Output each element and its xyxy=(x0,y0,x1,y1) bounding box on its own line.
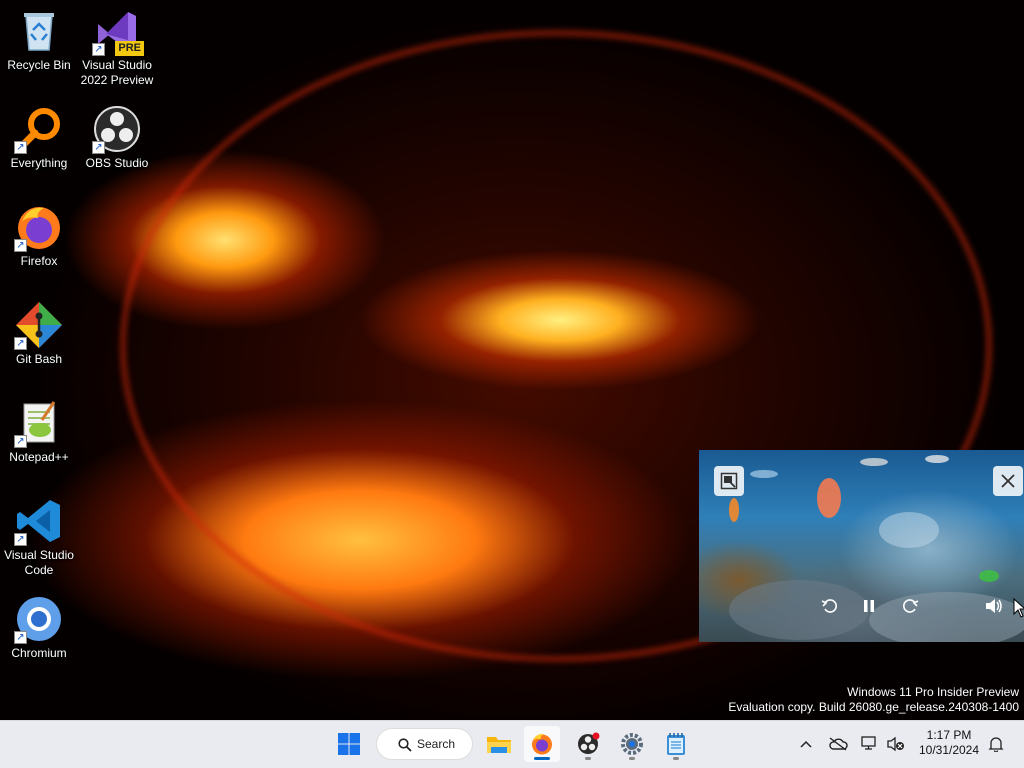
running-indicator xyxy=(673,757,679,760)
search-label: Search xyxy=(417,737,456,751)
rewind-icon[interactable] xyxy=(818,594,842,618)
network-icon[interactable] xyxy=(860,733,880,755)
clock-date: 10/31/2024 xyxy=(918,743,980,757)
close-icon[interactable] xyxy=(993,466,1023,496)
settings-icon[interactable] xyxy=(614,726,650,762)
onedrive-offline-icon[interactable] xyxy=(828,733,848,755)
search-icon xyxy=(398,738,412,755)
running-indicator xyxy=(585,757,591,760)
notepad-icon[interactable] xyxy=(658,726,694,762)
start-icon[interactable] xyxy=(331,726,367,762)
shortcut-arrow-icon: ↗ xyxy=(14,337,27,350)
back-to-tab-icon[interactable] xyxy=(714,466,744,496)
taskbar-obs-studio-icon[interactable] xyxy=(570,726,606,762)
system-clock[interactable]: 1:17 PM 10/31/2024 xyxy=(916,728,982,758)
desktop-icon-visual-studio-preview[interactable]: PRE ↗ Visual Studio 2022 Preview xyxy=(78,6,156,88)
desktop-icon-firefox[interactable]: ↗ Firefox xyxy=(0,202,78,269)
desktop-icon-notepad-plus-plus[interactable]: ↗ Notepad++ xyxy=(0,398,78,465)
shortcut-arrow-icon: ↗ xyxy=(14,239,27,252)
preview-badge: PRE xyxy=(115,41,144,56)
desktop-icon-git-bash[interactable]: ↗ Git Bash xyxy=(0,300,78,367)
file-explorer-icon[interactable] xyxy=(481,726,517,762)
volume-icon[interactable] xyxy=(982,594,1006,618)
desktop-wallpaper: Recycle Bin PRE ↗ Visual Studio 2022 Pre… xyxy=(0,0,1024,720)
running-indicator xyxy=(629,757,635,760)
shortcut-arrow-icon: ↗ xyxy=(92,141,105,154)
clock-time: 1:17 PM xyxy=(926,728,972,742)
shortcut-arrow-icon: ↗ xyxy=(14,435,27,448)
shortcut-arrow-icon: ↗ xyxy=(14,141,27,154)
taskbar-search-box[interactable]: Search xyxy=(376,728,473,760)
mouse-cursor-icon xyxy=(1013,597,1024,623)
watermark-line1: Windows 11 Pro Insider Preview xyxy=(847,685,1019,699)
chromium-icon: ↗ xyxy=(14,594,64,644)
taskbar-firefox-icon[interactable] xyxy=(524,726,560,762)
active-indicator xyxy=(534,757,550,760)
build-watermark: Windows 11 Pro Insider Preview Evaluatio… xyxy=(728,685,1019,715)
notification-bell-icon[interactable] xyxy=(986,733,1006,755)
watermark-line2: Evaluation copy. Build 26080.ge_release.… xyxy=(728,700,1019,714)
desktop-icon-obs-studio[interactable]: ↗ OBS Studio xyxy=(78,104,156,171)
notepad-plus-plus-icon: ↗ xyxy=(14,398,64,448)
firefox-icon: ↗ xyxy=(14,202,64,252)
forward-icon[interactable] xyxy=(898,594,922,618)
obs-studio-icon: ↗ xyxy=(92,104,142,154)
visual-studio-preview-icon: PRE ↗ xyxy=(92,6,144,56)
shortcut-arrow-icon: ↗ xyxy=(14,533,27,546)
volume-muted-icon[interactable] xyxy=(886,733,906,755)
desktop-icon-recycle-bin[interactable]: Recycle Bin xyxy=(0,6,78,73)
desktop-icon-everything[interactable]: ↗ Everything xyxy=(0,104,78,171)
vscode-icon: ↗ xyxy=(14,496,64,546)
everything-search-icon: ↗ xyxy=(14,104,64,154)
picture-in-picture-window[interactable] xyxy=(699,450,1024,642)
shortcut-arrow-icon: ↗ xyxy=(92,43,105,56)
show-hidden-icons-chevron-icon[interactable] xyxy=(796,733,816,755)
pause-icon[interactable] xyxy=(857,594,881,618)
shortcut-arrow-icon: ↗ xyxy=(14,631,27,644)
desktop-icon-chromium[interactable]: ↗ Chromium xyxy=(0,594,78,661)
desktop-icon-vscode[interactable]: ↗ Visual Studio Code xyxy=(0,496,78,578)
recycle-bin-icon xyxy=(14,6,64,56)
git-bash-icon: ↗ xyxy=(14,300,64,350)
